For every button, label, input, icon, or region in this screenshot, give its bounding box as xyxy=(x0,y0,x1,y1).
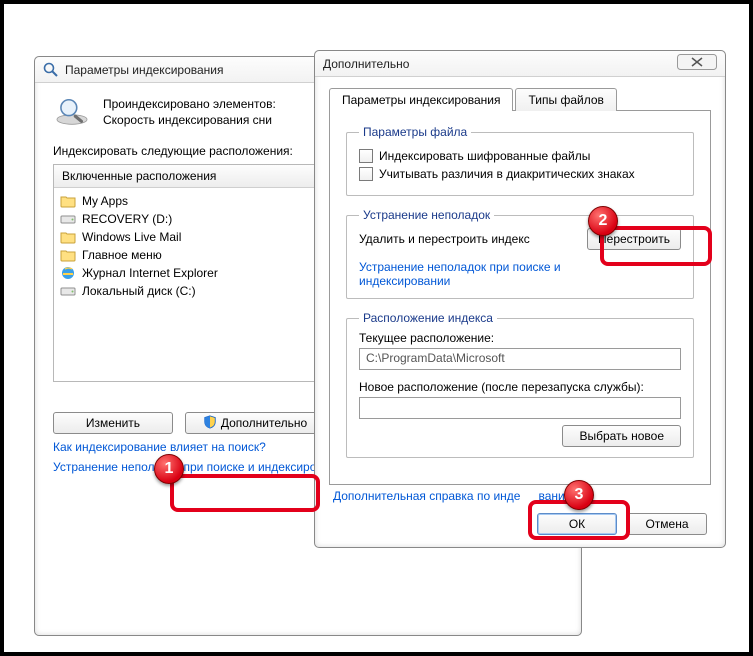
rebuild-button[interactable]: Перестроить xyxy=(587,228,681,250)
folder-icon xyxy=(60,229,76,245)
tab-file-types[interactable]: Типы файлов xyxy=(515,88,616,111)
encrypted-files-checkbox[interactable] xyxy=(359,149,373,163)
ok-button[interactable]: ОК xyxy=(537,513,617,535)
tab-strip: Параметры индексирования Типы файлов xyxy=(329,87,711,110)
troubleshoot-legend: Устранение неполадок xyxy=(359,208,494,222)
new-location-field[interactable] xyxy=(359,397,681,419)
diacritics-checkbox[interactable] xyxy=(359,167,373,181)
indexed-count-label: Проиндексировано элементов: xyxy=(103,97,276,111)
window-close-button[interactable] xyxy=(677,54,717,73)
index-location-group: Расположение индекса Текущее расположени… xyxy=(346,311,694,458)
file-params-legend: Параметры файла xyxy=(359,125,471,139)
indexing-speed-label: Скорость индексирования сни xyxy=(103,113,276,127)
file-params-group: Параметры файла Индексировать шифрованны… xyxy=(346,125,694,196)
main-title: Параметры индексирования xyxy=(65,63,223,77)
cancel-button[interactable]: Отмена xyxy=(627,513,707,535)
folder-icon xyxy=(60,193,76,209)
advanced-help-link[interactable]: Дополнительная справка по индеxxxванию xyxy=(333,489,574,503)
list-item-label: Windows Live Mail xyxy=(82,230,181,244)
list-item-label: Главное меню xyxy=(82,248,162,262)
list-item-label: Журнал Internet Explorer xyxy=(82,266,218,280)
list-item-label: My Apps xyxy=(82,194,128,208)
encrypted-files-label: Индексировать шифрованные файлы xyxy=(379,149,590,163)
troubleshoot-group: Устранение неполадок Удалить и перестрои… xyxy=(346,208,694,299)
magnifier-icon xyxy=(53,95,91,136)
advanced-title: Дополнительно xyxy=(323,57,409,71)
search-icon xyxy=(43,62,59,78)
advanced-button-label: Дополнительно xyxy=(221,416,307,430)
current-location-field: C:\ProgramData\Microsoft xyxy=(359,348,681,370)
new-location-label: Новое расположение (после перезапуска сл… xyxy=(359,380,681,394)
index-location-legend: Расположение индекса xyxy=(359,311,497,325)
shield-icon xyxy=(203,415,217,432)
list-item-label: RECOVERY (D:) xyxy=(82,212,172,226)
folder-icon xyxy=(60,247,76,263)
tab-indexing-params[interactable]: Параметры индексирования xyxy=(329,88,513,111)
select-new-button[interactable]: Выбрать новое xyxy=(562,425,681,447)
troubleshoot-link-advanced[interactable]: Устранение неполадок при поиске и индекс… xyxy=(359,260,561,288)
list-item-label: Локальный диск (C:) xyxy=(82,284,196,298)
drive-icon xyxy=(60,211,76,227)
current-location-label: Текущее расположение: xyxy=(359,331,681,345)
modify-button[interactable]: Изменить xyxy=(53,412,173,434)
drive-icon xyxy=(60,283,76,299)
advanced-button[interactable]: Дополнительно xyxy=(185,412,325,434)
diacritics-label: Учитывать различия в диакритических знак… xyxy=(379,167,635,181)
advanced-titlebar: Дополнительно xyxy=(315,51,725,77)
rebuild-index-label: Удалить и перестроить индекс xyxy=(359,232,530,246)
advanced-options-window: Дополнительно Параметры индексирования Т… xyxy=(314,50,726,548)
ie-icon xyxy=(60,265,76,281)
